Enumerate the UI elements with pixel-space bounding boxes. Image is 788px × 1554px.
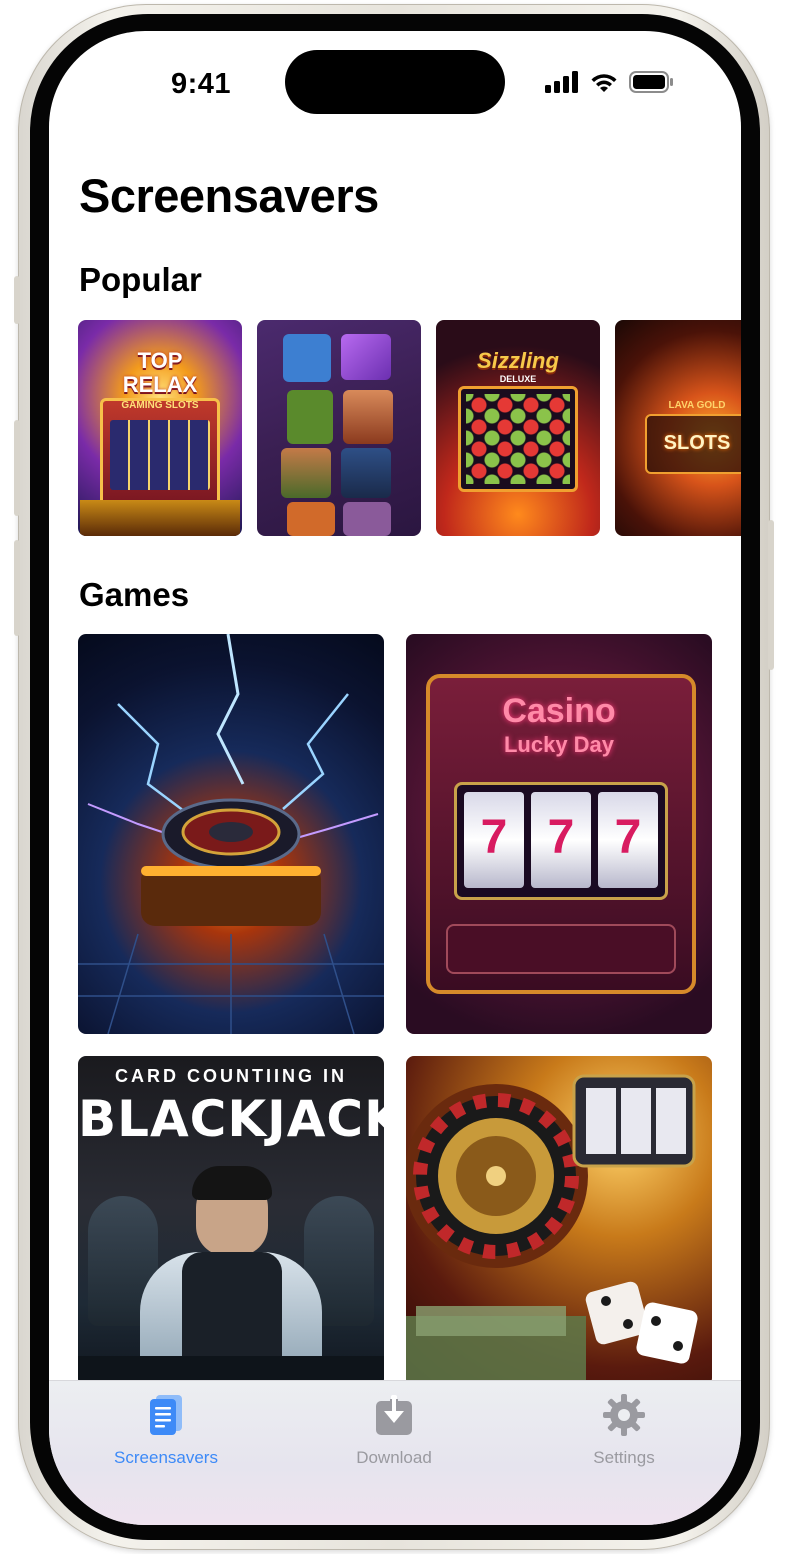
game-card-casino-lucky-day[interactable]: Casino Lucky Day 7 7 7 bbox=[406, 634, 712, 1034]
download-icon bbox=[376, 1395, 412, 1435]
tab-download[interactable]: Download bbox=[314, 1393, 474, 1483]
reel-2-symbol: 7 bbox=[547, 811, 575, 864]
popular-card-1-text-2: RELAX bbox=[122, 372, 198, 397]
side-button-right bbox=[768, 520, 774, 670]
popular-card-sizzling[interactable]: Sizzling DELUXE bbox=[436, 320, 600, 536]
document-icon bbox=[150, 1395, 182, 1435]
popular-card-3-text-1: Sizzling bbox=[477, 348, 559, 373]
game-card-2-text-1: Casino bbox=[502, 692, 616, 730]
game-card-blackjack[interactable]: CARD COUNTIING IN BLACKJACK bbox=[78, 1056, 384, 1386]
wifi-icon bbox=[591, 74, 617, 92]
page-title: Screensavers bbox=[79, 169, 379, 222]
popular-card-top-relax[interactable]: TOP RELAX GAMING SLOTS bbox=[78, 320, 242, 536]
popular-card-1-text-1: TOP bbox=[137, 348, 183, 373]
game-card-3-text-1: CARD COUNTIING IN bbox=[115, 1066, 347, 1086]
status-time: 9:41 bbox=[170, 68, 232, 100]
tab-screensavers[interactable]: Screensavers bbox=[86, 1393, 246, 1483]
game-card-lightning-roulette[interactable] bbox=[78, 634, 384, 1034]
game-card-2-text-2: Lucky Day bbox=[503, 732, 615, 757]
section-title-games: Games bbox=[79, 576, 190, 613]
popular-card-1-text-3: GAMING SLOTS bbox=[121, 400, 199, 411]
screen: 9:41 Screensavers Popular TOP RELAX GAMI… bbox=[49, 31, 741, 1525]
popular-card-4-text-1: LAVA GOLD bbox=[668, 400, 726, 411]
game-card-roulette-dice[interactable] bbox=[406, 1056, 712, 1386]
popular-card-4-text-2: SLOTS bbox=[663, 432, 731, 454]
tab-settings-label: Settings bbox=[593, 1448, 655, 1467]
popular-card-3-text-2: DELUXE bbox=[499, 374, 537, 384]
section-title-popular: Popular bbox=[79, 261, 202, 298]
status-icons bbox=[545, 67, 695, 97]
tab-settings[interactable]: Settings bbox=[544, 1393, 704, 1483]
reel-3-symbol: 7 bbox=[614, 811, 642, 864]
tab-download-label: Download bbox=[356, 1448, 432, 1467]
side-button-left-3 bbox=[14, 540, 20, 636]
tab-screensavers-label: Screensavers bbox=[114, 1448, 218, 1467]
lightning-bolts bbox=[78, 634, 384, 1034]
gear-icon bbox=[603, 1394, 645, 1436]
roulette-wheel bbox=[406, 1074, 698, 1386]
battery-icon bbox=[629, 71, 673, 93]
side-button-left-2 bbox=[14, 420, 20, 516]
reel-1-symbol: 7 bbox=[480, 811, 508, 864]
side-button-left-1 bbox=[14, 276, 20, 324]
dynamic-island bbox=[285, 50, 505, 114]
game-card-3-text-2: BLACKJACK bbox=[78, 1090, 384, 1148]
popular-card-lava-gold[interactable]: LAVA GOLD SLOTS bbox=[615, 320, 741, 536]
tab-bar: Screensavers Download Settings bbox=[49, 1380, 741, 1525]
cellular-signal-icon bbox=[545, 71, 578, 93]
popular-card-characters[interactable] bbox=[257, 320, 421, 536]
popular-carousel[interactable]: TOP RELAX GAMING SLOTS Sizzling DELUXE L… bbox=[78, 320, 741, 536]
